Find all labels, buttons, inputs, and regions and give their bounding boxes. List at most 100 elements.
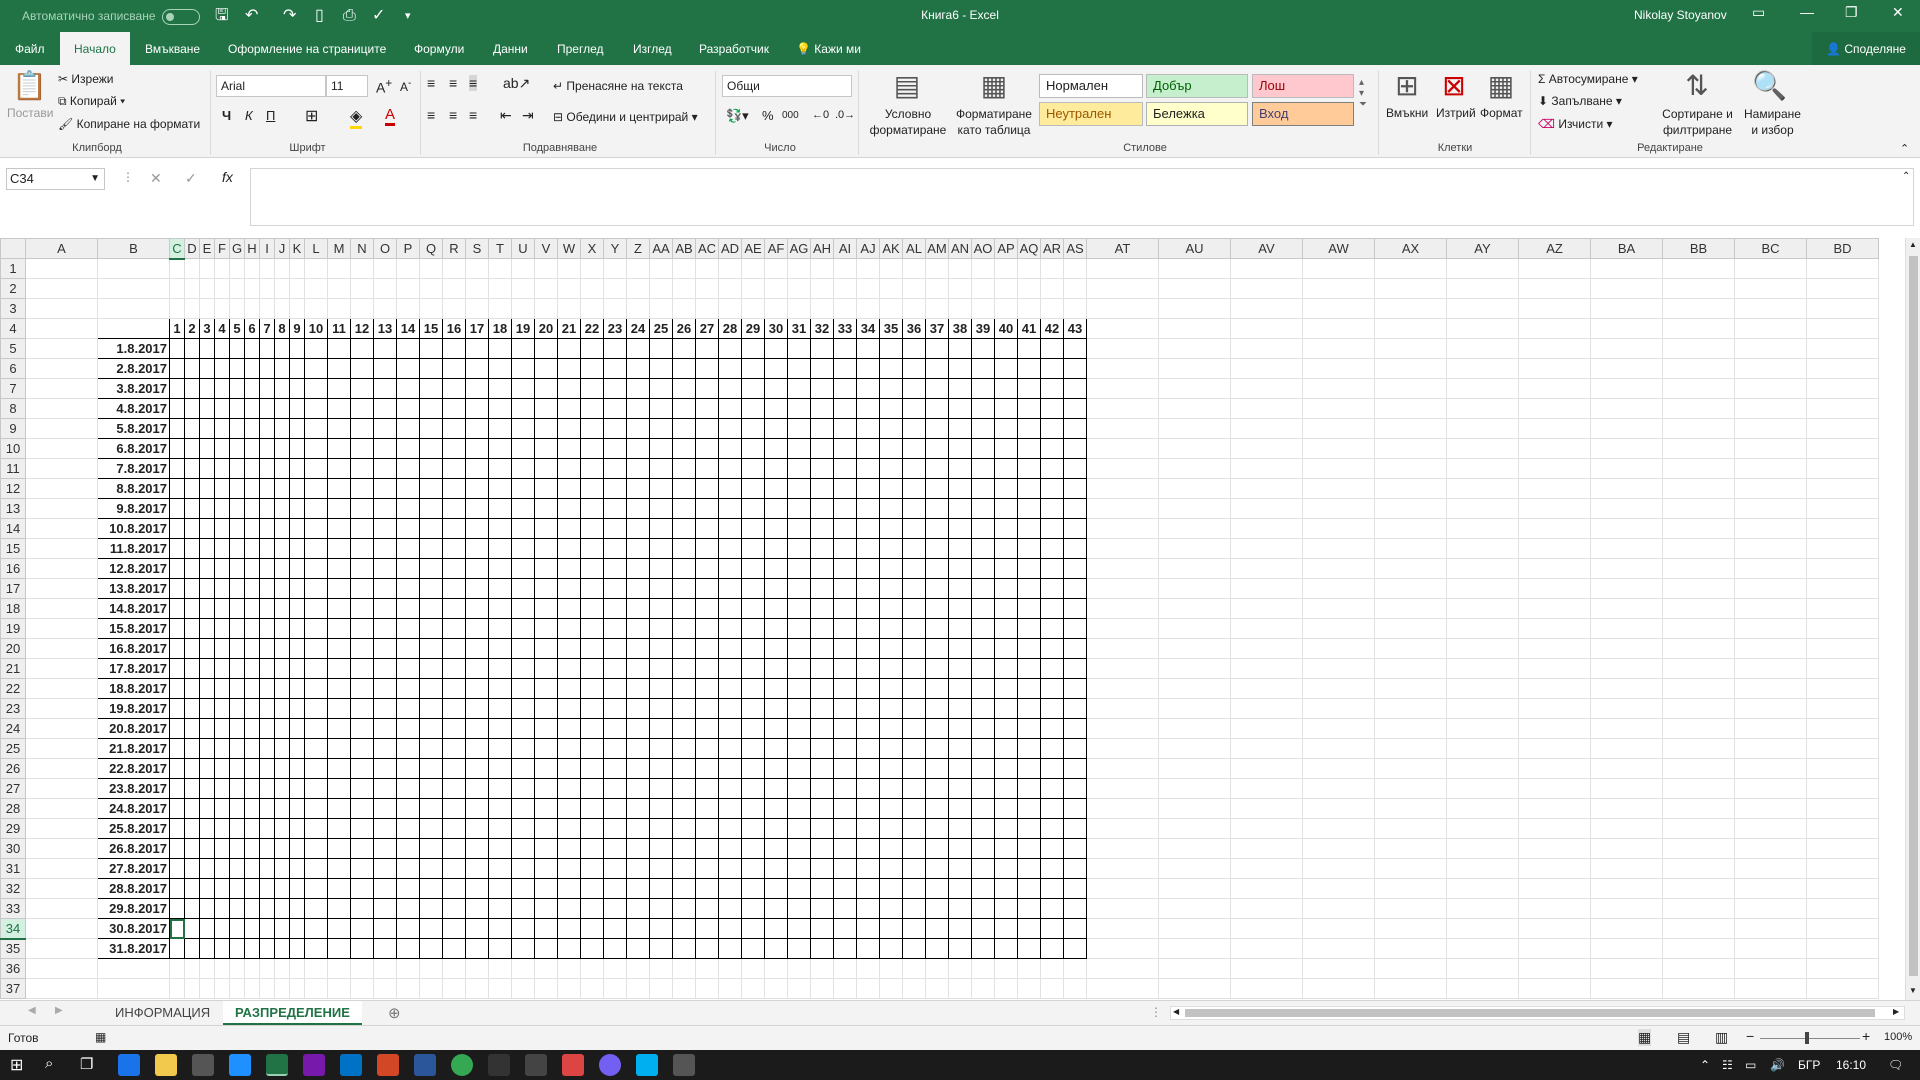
cell[interactable] xyxy=(534,598,558,619)
row-header[interactable]: 30 xyxy=(0,838,26,859)
cell[interactable] xyxy=(184,518,200,539)
cell[interactable] xyxy=(1374,798,1447,819)
cell[interactable] xyxy=(948,758,972,779)
cell[interactable] xyxy=(626,658,650,679)
cell[interactable] xyxy=(948,478,972,499)
cell[interactable] xyxy=(718,638,742,659)
cell[interactable]: 21 xyxy=(557,318,581,339)
column-header[interactable]: AO xyxy=(971,238,995,259)
cell[interactable] xyxy=(304,398,328,419)
cell[interactable] xyxy=(304,498,328,519)
cell[interactable] xyxy=(396,338,420,359)
notifications-icon[interactable]: 🗨 xyxy=(1888,1058,1903,1072)
cell[interactable] xyxy=(810,418,834,439)
cell[interactable] xyxy=(580,598,604,619)
cell[interactable] xyxy=(557,558,581,579)
cell[interactable] xyxy=(511,718,535,739)
cell[interactable] xyxy=(1302,578,1375,599)
cell[interactable] xyxy=(1017,798,1041,819)
cell[interactable] xyxy=(925,478,949,499)
cell[interactable] xyxy=(1063,938,1087,959)
cell[interactable]: 7 xyxy=(259,318,275,339)
cell[interactable] xyxy=(833,438,857,459)
cell[interactable] xyxy=(764,258,788,279)
cell[interactable] xyxy=(1806,758,1879,779)
column-header[interactable]: BB xyxy=(1662,238,1735,259)
cell[interactable] xyxy=(465,798,489,819)
collapse-ribbon-icon[interactable]: ⌃ xyxy=(1900,142,1909,155)
cell[interactable] xyxy=(419,918,443,939)
cell[interactable] xyxy=(948,618,972,639)
cell[interactable] xyxy=(396,638,420,659)
cell[interactable] xyxy=(672,898,696,919)
cell[interactable] xyxy=(856,918,880,939)
cell[interactable] xyxy=(649,978,673,999)
cell[interactable] xyxy=(902,738,926,759)
cell[interactable] xyxy=(1017,518,1041,539)
cell[interactable] xyxy=(902,538,926,559)
cell[interactable] xyxy=(289,878,305,899)
cell[interactable] xyxy=(534,298,558,319)
cell[interactable] xyxy=(1063,258,1087,279)
cell[interactable] xyxy=(199,438,215,459)
cell[interactable] xyxy=(787,518,811,539)
cell[interactable] xyxy=(626,578,650,599)
cell[interactable] xyxy=(925,598,949,619)
cell[interactable] xyxy=(1086,278,1159,299)
cell[interactable] xyxy=(672,658,696,679)
cell[interactable] xyxy=(169,958,185,979)
cell[interactable] xyxy=(199,538,215,559)
cell[interactable] xyxy=(350,678,374,699)
cell[interactable] xyxy=(718,478,742,499)
cell[interactable] xyxy=(994,738,1018,759)
cell[interactable] xyxy=(465,298,489,319)
cell[interactable] xyxy=(419,958,443,979)
cell[interactable] xyxy=(184,798,200,819)
cell[interactable] xyxy=(259,498,275,519)
cell[interactable] xyxy=(948,718,972,739)
cell[interactable] xyxy=(184,618,200,639)
cell[interactable] xyxy=(1158,938,1231,959)
cell[interactable] xyxy=(1063,698,1087,719)
formula-input[interactable] xyxy=(250,168,1914,226)
cell[interactable] xyxy=(1040,258,1064,279)
cell[interactable] xyxy=(259,838,275,859)
column-header[interactable]: D xyxy=(184,238,200,259)
cut-button[interactable]: ✂ Изрежи xyxy=(58,72,113,86)
cell[interactable]: 5 xyxy=(229,318,245,339)
cell[interactable] xyxy=(1590,898,1663,919)
cell[interactable] xyxy=(488,638,512,659)
cell[interactable] xyxy=(184,498,200,519)
cell[interactable] xyxy=(649,338,673,359)
cell[interactable] xyxy=(948,778,972,799)
cell[interactable] xyxy=(184,298,200,319)
cell[interactable] xyxy=(419,258,443,279)
cell[interactable] xyxy=(259,378,275,399)
cell[interactable] xyxy=(1518,398,1591,419)
cell[interactable] xyxy=(718,458,742,479)
cell[interactable]: 29.8.2017 xyxy=(97,898,170,919)
cell[interactable] xyxy=(259,958,275,979)
cell[interactable] xyxy=(741,778,765,799)
cell[interactable] xyxy=(649,578,673,599)
cell[interactable]: 42 xyxy=(1040,318,1064,339)
cell[interactable] xyxy=(1662,438,1735,459)
cell[interactable] xyxy=(534,778,558,799)
cell[interactable] xyxy=(1806,958,1879,979)
cell[interactable] xyxy=(948,498,972,519)
cell[interactable] xyxy=(1518,258,1591,279)
cell[interactable]: 14 xyxy=(396,318,420,339)
cell[interactable] xyxy=(396,518,420,539)
cell[interactable] xyxy=(672,678,696,699)
cell[interactable] xyxy=(199,938,215,959)
column-header[interactable]: AB xyxy=(672,238,696,259)
cell[interactable] xyxy=(718,738,742,759)
cell[interactable] xyxy=(1374,458,1447,479)
cell[interactable] xyxy=(25,478,98,499)
cell[interactable] xyxy=(787,958,811,979)
column-header[interactable]: B xyxy=(97,238,170,259)
cell[interactable] xyxy=(787,418,811,439)
cell[interactable] xyxy=(199,598,215,619)
cell[interactable] xyxy=(419,558,443,579)
cell[interactable] xyxy=(1806,978,1879,999)
